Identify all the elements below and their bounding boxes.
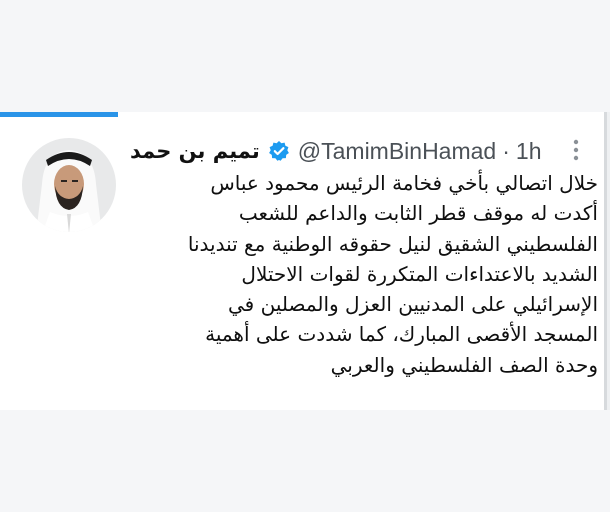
tweet-text-line: وحدة الصف الفلسطيني والعربي bbox=[330, 352, 598, 377]
top-background bbox=[0, 0, 610, 112]
tweet-text-line: الإسرائيلي على المدنيين العزل والمصلين ف… bbox=[228, 292, 598, 317]
avatar[interactable] bbox=[22, 138, 116, 232]
tweet-text-line: الشديد بالاعتداءات المتكررة لقوات الاحتل… bbox=[241, 261, 598, 286]
user-handle[interactable]: @TamimBinHamad bbox=[298, 138, 496, 165]
separator-dot: · bbox=[502, 137, 510, 164]
more-vertical-icon[interactable] bbox=[570, 137, 582, 163]
bottom-background bbox=[0, 410, 610, 512]
loading-progress-bar bbox=[0, 112, 118, 117]
display-name[interactable]: تميم بن حمد bbox=[130, 139, 260, 163]
tweet-text-line: أكدت له موقف قطر الثابت والداعم للشعب bbox=[238, 201, 598, 226]
tweet-header: تميم بن حمد @TamimBinHamad · 1h bbox=[130, 136, 550, 166]
tweet-text-line: خلال اتصالي بأخي فخامة الرئيس محمود عباس bbox=[210, 171, 598, 195]
verified-badge-icon bbox=[268, 140, 290, 162]
timestamp[interactable]: 1h bbox=[516, 138, 542, 165]
tweet-text: خلال اتصالي بأخي فخامة الرئيس محمود عباس… bbox=[120, 168, 598, 380]
tweet-text-line: الفلسطيني الشقيق لنيل حقوقه الوطنية مع ت… bbox=[187, 231, 598, 256]
tweet-text-line: المسجد الأقصى المبارك، كما شددت على أهمي… bbox=[205, 322, 598, 347]
